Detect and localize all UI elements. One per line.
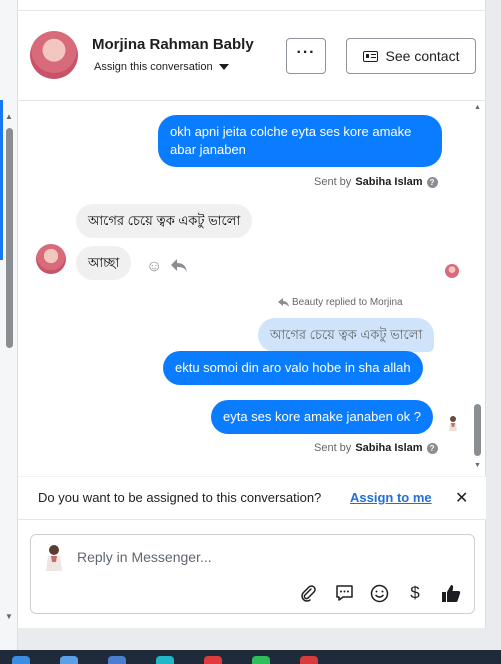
taskbar-app-icon[interactable] bbox=[108, 656, 126, 664]
message-outgoing[interactable]: ektu somoi din aro valo hobe in sha alla… bbox=[163, 351, 423, 385]
message-incoming[interactable]: আগের চেয়ে ত্বক একটু ভালো bbox=[76, 204, 253, 238]
taskbar-app-icon[interactable] bbox=[60, 656, 78, 664]
emoji-react-icon[interactable]: ☺ bbox=[146, 258, 162, 276]
reply-composer: $ bbox=[30, 534, 475, 614]
assign-banner: Do you want to be assigned to this conve… bbox=[18, 476, 486, 520]
chat-scrollbar-thumb[interactable] bbox=[474, 404, 481, 456]
conversation-panel: Morjina Rahman Bably Assign this convers… bbox=[18, 0, 486, 628]
contact-card-icon bbox=[362, 50, 378, 62]
chat-scrollbar[interactable]: ▲ ▼ bbox=[472, 102, 482, 472]
emoji-icon[interactable] bbox=[369, 583, 389, 603]
agent-avatar bbox=[46, 545, 62, 571]
help-icon[interactable]: ? bbox=[426, 176, 438, 188]
replied-note: Beauty replied to Morjina bbox=[278, 297, 403, 308]
reply-share-icon bbox=[278, 298, 289, 307]
assign-conversation-label: Assign this conversation bbox=[94, 61, 213, 73]
taskbar-app-icon[interactable] bbox=[156, 656, 174, 664]
assign-question: Do you want to be assigned to this conve… bbox=[38, 490, 322, 505]
scroll-up-arrow-icon[interactable]: ▲ bbox=[5, 112, 13, 121]
more-options-button[interactable]: ··· bbox=[286, 38, 326, 74]
see-contact-label: See contact bbox=[385, 48, 460, 64]
sent-by-label: Sent by Sabiha Islam ? bbox=[314, 442, 438, 454]
taskbar-app-icon[interactable] bbox=[252, 656, 270, 664]
help-icon[interactable]: ? bbox=[426, 442, 438, 454]
caret-down-icon bbox=[218, 64, 229, 70]
left-page-edge: ▲ ▼ bbox=[0, 0, 18, 650]
replied-note-text: Beauty replied to Morjina bbox=[292, 297, 403, 308]
taskbar-app-icon[interactable] bbox=[12, 656, 30, 664]
left-selection-indicator bbox=[0, 100, 3, 260]
see-contact-button[interactable]: See contact bbox=[346, 38, 476, 74]
contact-avatar-small bbox=[36, 244, 66, 274]
taskbar-app-icon[interactable] bbox=[204, 656, 222, 664]
sender-name: Sabiha Islam bbox=[355, 176, 423, 188]
scroll-down-arrow-icon[interactable]: ▼ bbox=[5, 612, 13, 621]
message-incoming[interactable]: আচ্ছা bbox=[76, 246, 132, 280]
saved-replies-icon[interactable] bbox=[334, 583, 354, 603]
assign-to-me-link[interactable]: Assign to me bbox=[350, 490, 432, 505]
left-scrollbar-thumb[interactable] bbox=[6, 128, 13, 348]
scroll-up-arrow-icon[interactable]: ▲ bbox=[474, 104, 481, 111]
os-taskbar bbox=[0, 650, 501, 664]
app-root: ▲ ▼ Morjina Rahman Bably Assign this con… bbox=[0, 0, 501, 664]
reply-input[interactable] bbox=[77, 547, 457, 567]
contact-name[interactable]: Morjina Rahman Bably bbox=[92, 36, 254, 53]
reply-arrow-icon[interactable] bbox=[170, 257, 188, 278]
taskbar-app-icon[interactable] bbox=[300, 656, 318, 664]
quoted-message[interactable]: আগের চেয়ে ত্বক একটু ভালো bbox=[258, 318, 435, 352]
like-thumb-icon[interactable] bbox=[441, 583, 461, 603]
payment-dollar-icon[interactable]: $ bbox=[405, 583, 425, 603]
seen-receipt-avatar bbox=[449, 416, 457, 431]
contact-avatar[interactable] bbox=[30, 31, 78, 79]
scroll-down-arrow-icon[interactable]: ▼ bbox=[474, 462, 481, 469]
sent-by-label: Sent by Sabiha Islam ? bbox=[314, 176, 438, 188]
message-outgoing[interactable]: okh apni jeita colche eyta ses kore amak… bbox=[158, 115, 442, 167]
sender-name: Sabiha Islam bbox=[355, 442, 423, 454]
attachment-icon[interactable] bbox=[298, 583, 318, 603]
message-outgoing[interactable]: eyta ses kore amake janaben ok ? bbox=[211, 400, 434, 434]
sent-by-prefix: Sent by bbox=[314, 442, 352, 454]
close-icon[interactable]: ✕ bbox=[455, 488, 468, 508]
assign-conversation-dropdown[interactable]: Assign this conversation bbox=[94, 61, 229, 73]
sent-by-prefix: Sent by bbox=[314, 176, 352, 188]
seen-receipt-avatar bbox=[445, 264, 459, 278]
conversation-header: Morjina Rahman Bably Assign this convers… bbox=[18, 11, 486, 101]
